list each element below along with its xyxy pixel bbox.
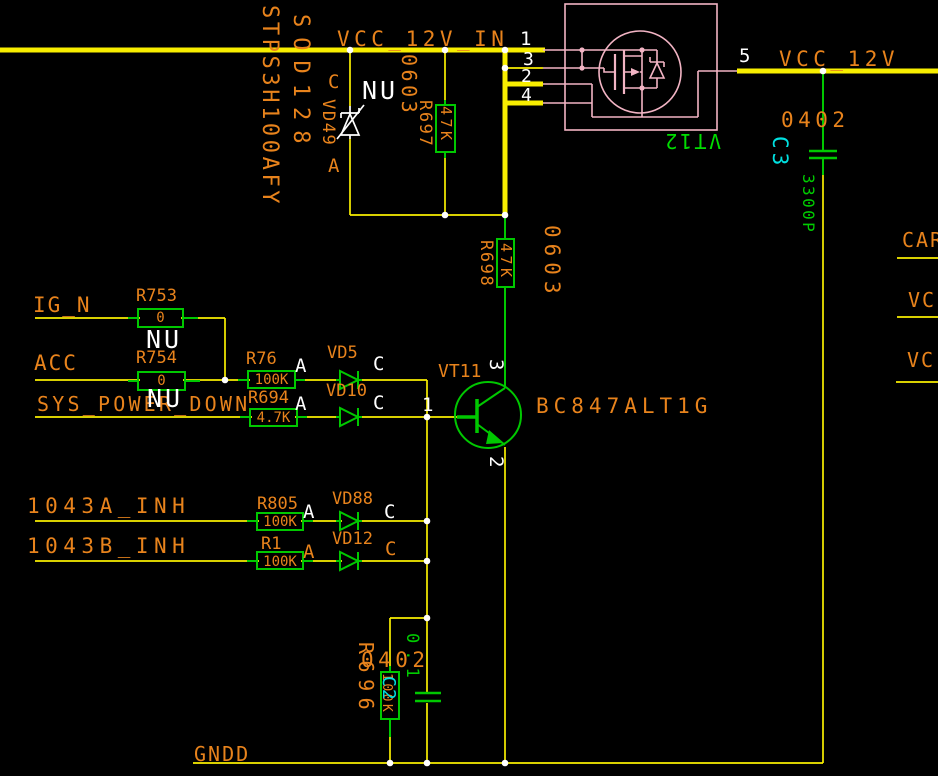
pin-a-vd49: A <box>328 157 339 176</box>
pin2-vt12: 2 <box>521 68 532 86</box>
diode-vd88[interactable] <box>336 512 362 530</box>
package-r698: 0603 <box>541 225 562 300</box>
power-bus-wires[interactable] <box>0 50 938 214</box>
pin-a-vd5: A <box>295 357 306 376</box>
refdes-vt11[interactable]: VT11 <box>438 363 481 381</box>
schematic-canvas: VCC_12V_IN VCC_12V IG_N ACC SYS_POWER_DO… <box>0 0 938 776</box>
value-r698: 47K <box>498 243 513 281</box>
refdes-vd5[interactable]: VD5 <box>327 345 358 362</box>
mosfet-vt12[interactable] <box>543 4 737 130</box>
net-label-vcc-12v[interactable]: VCC_12V <box>779 49 899 70</box>
net-label-edge3[interactable]: VC <box>907 350 935 370</box>
refdes-r694[interactable]: R694 <box>248 390 289 407</box>
value-r76: 100K <box>248 373 295 387</box>
vt12-body-diode <box>642 63 664 88</box>
refdes-r753[interactable]: R753 <box>136 288 177 305</box>
junction-dots <box>222 47 827 767</box>
pin3-vt11: 3 <box>486 359 505 370</box>
value-r753: 0 <box>138 311 183 325</box>
net-label-acc[interactable]: ACC <box>34 353 78 374</box>
nu-note-r753: NU <box>146 327 182 352</box>
pin-c-vd88: C <box>384 503 395 522</box>
vt12-gate-channel <box>615 50 624 94</box>
pin5-vt12: 5 <box>739 47 750 66</box>
vt12-body[interactable] <box>565 4 717 130</box>
value-r1: 100K <box>257 555 303 569</box>
nu-note-r754: NU <box>147 386 183 411</box>
diode-vd49[interactable] <box>337 105 364 139</box>
net-label-ig-n[interactable]: IG_N <box>33 295 92 316</box>
net-label-sys-power-down[interactable]: SYS_POWER_DOWN <box>37 394 250 414</box>
refdes-vd10[interactable]: VD10 <box>326 383 367 400</box>
part-vt11[interactable]: BC847ALT1G <box>536 396 712 417</box>
vt12-arrow <box>631 68 640 76</box>
nu-note-vd49: NU <box>362 78 398 103</box>
refdes-c3[interactable]: C3 <box>769 136 790 169</box>
capacitor-c2[interactable] <box>415 693 441 701</box>
pin4-vt12: 4 <box>521 87 532 105</box>
value-r697: 47K <box>438 106 453 144</box>
refdes-vt12[interactable]: VT12 <box>661 131 723 151</box>
transistor-vt11[interactable] <box>455 382 521 448</box>
net-label-1043b-inh[interactable]: 1043B_INH <box>27 536 190 557</box>
net-label-vcc-12v-in[interactable]: VCC_12V_IN <box>337 29 508 50</box>
pin-c-vd49: C <box>328 73 339 92</box>
vt12-pin-stubs <box>543 50 737 103</box>
refdes-c2[interactable]: C2 <box>379 676 397 702</box>
vt12-body-diode-bar <box>642 50 664 67</box>
net-label-1043a-inh[interactable]: 1043A_INH <box>27 496 190 517</box>
pin-c-vd12: C <box>385 540 396 559</box>
pin-c-vd5: C <box>373 355 384 374</box>
net-label-gndd[interactable]: GNDD <box>194 744 250 764</box>
package-c2: 0402 <box>361 650 430 671</box>
refdes-vd88[interactable]: VD88 <box>332 491 373 508</box>
pin-c-vd10: C <box>373 394 384 413</box>
package-c3: 0402 <box>781 110 850 131</box>
net-label-edge2[interactable]: VC <box>908 290 936 310</box>
value-r805: 100K <box>257 515 303 529</box>
diode-vd12[interactable] <box>336 552 362 570</box>
resistor-leads <box>128 100 505 737</box>
pin-a-vd10: A <box>295 395 306 414</box>
pin2-vt11: 2 <box>486 456 505 467</box>
refdes-r697[interactable]: R697 <box>416 100 433 147</box>
pin1-vt12: 1 <box>520 30 531 49</box>
emitter-arrow <box>486 430 504 444</box>
refdes-r1[interactable]: R1 <box>261 536 281 553</box>
pin-a-vd12: A <box>303 543 314 562</box>
pin1-vt11: 1 <box>422 396 433 415</box>
value-c3: 3300P <box>800 174 816 234</box>
refdes-r805[interactable]: R805 <box>257 496 298 513</box>
pin-a-vd88: A <box>303 503 314 522</box>
diode-vd10[interactable] <box>336 408 362 426</box>
package-vd49[interactable]: SOD128 <box>289 14 311 153</box>
refdes-r698[interactable]: R698 <box>477 240 494 287</box>
refdes-vd12[interactable]: VD12 <box>332 531 373 548</box>
net-label-edge1[interactable]: CAR <box>902 230 938 250</box>
value-r694: 4.7K <box>250 411 297 425</box>
refdes-r76[interactable]: R76 <box>246 351 277 368</box>
refdes-vd49[interactable]: VD49 <box>319 99 336 146</box>
part-vd49[interactable]: STPS3H100AFY <box>258 5 280 207</box>
